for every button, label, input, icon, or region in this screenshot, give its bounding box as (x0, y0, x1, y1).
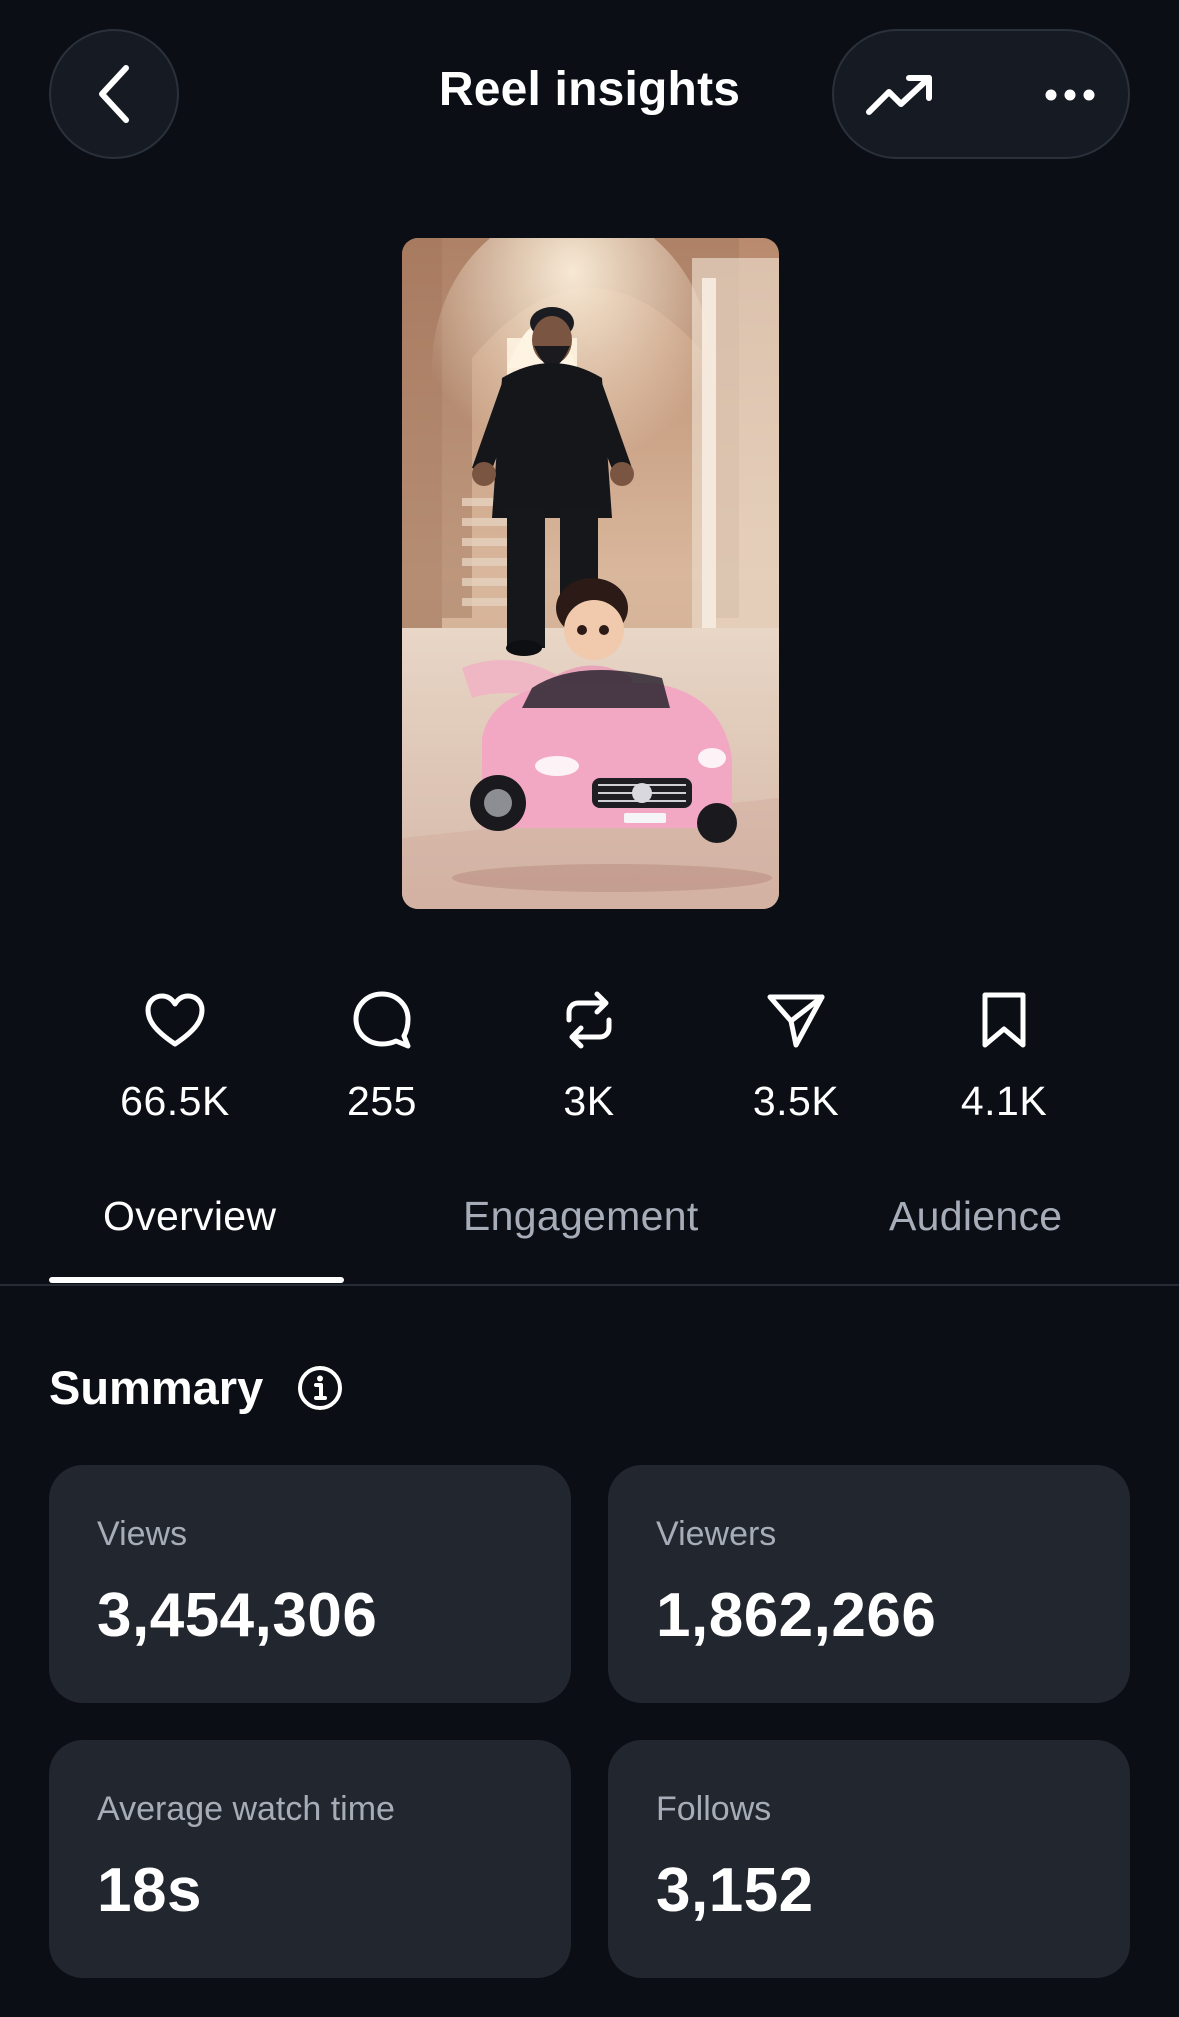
reel-insights-screen: Reel insights 66.5K 255 3K 3.5K 4.1K Ove… (0, 0, 1179, 2017)
reposts-count: 3K (563, 1078, 615, 1124)
tab-engagement[interactable]: Engagement (463, 1193, 699, 1240)
average-watch-time-label: Average watch time (97, 1790, 395, 1828)
comment-icon (350, 988, 414, 1052)
info-icon[interactable] (296, 1364, 344, 1412)
reel-thumbnail[interactable] (402, 238, 779, 909)
repost-icon (557, 988, 621, 1052)
more-options-button[interactable] (1034, 64, 1106, 126)
average-watch-time-value: 18s (97, 1856, 202, 1925)
average-watch-time-card[interactable]: Average watch time 18s (49, 1740, 571, 1978)
saves-count: 4.1K (960, 1078, 1048, 1124)
comments-count: 255 (347, 1078, 417, 1124)
trends-button[interactable] (864, 64, 936, 126)
follows-label: Follows (656, 1790, 772, 1828)
viewers-value: 1,862,266 (656, 1581, 937, 1650)
summary-heading: Summary (49, 1361, 264, 1414)
views-value: 3,454,306 (97, 1581, 378, 1650)
tab-divider (0, 1284, 1179, 1286)
viewers-card[interactable]: Viewers 1,862,266 (608, 1465, 1130, 1703)
likes-count: 66.5K (120, 1078, 230, 1124)
heart-icon (143, 988, 207, 1052)
more-horizontal-icon (1045, 89, 1095, 101)
shares-stat: 3.5K (696, 988, 896, 1125)
views-label: Views (97, 1515, 188, 1553)
saves-stat: 4.1K (904, 988, 1104, 1125)
trending-up-icon (866, 75, 932, 115)
views-card[interactable]: Views 3,454,306 (49, 1465, 571, 1703)
follows-card[interactable]: Follows 3,152 (608, 1740, 1130, 1978)
reposts-stat: 3K (489, 988, 689, 1125)
viewers-label: Viewers (656, 1515, 777, 1553)
save-icon (972, 988, 1036, 1052)
likes-stat: 66.5K (75, 988, 275, 1125)
active-tab-indicator (49, 1277, 344, 1283)
share-icon (764, 988, 828, 1052)
tab-audience[interactable]: Audience (889, 1193, 1062, 1240)
header-actions (832, 29, 1130, 159)
shares-count: 3.5K (752, 1078, 840, 1124)
tab-overview[interactable]: Overview (103, 1193, 276, 1240)
follows-value: 3,152 (656, 1856, 814, 1925)
comments-stat: 255 (282, 988, 482, 1125)
